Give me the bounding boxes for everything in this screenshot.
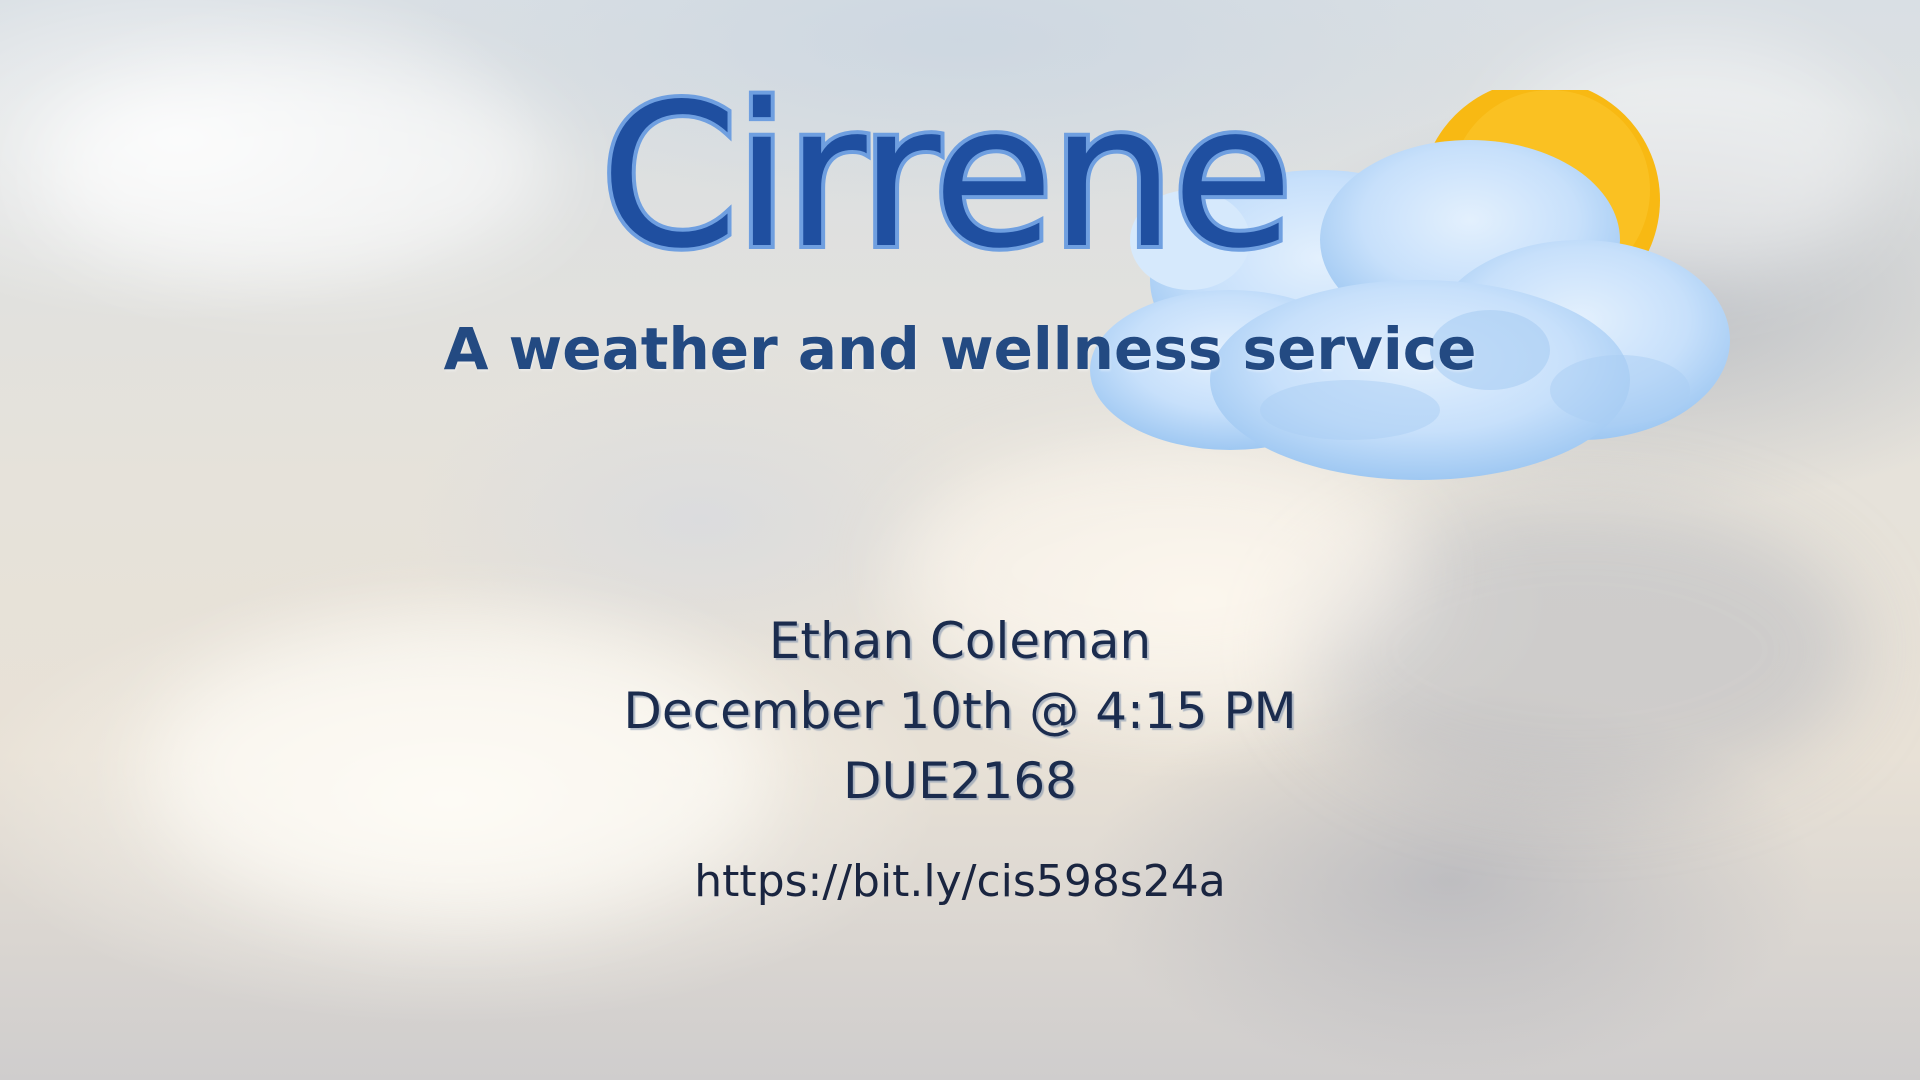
title-slide: Cirrene A weather and wellness service E… xyxy=(0,0,1920,1080)
presentation-link[interactable]: https://bit.ly/cis598s24a xyxy=(460,854,1460,910)
logo-lockup: Cirrene A weather and wellness service xyxy=(0,0,1920,480)
brand-tagline: A weather and wellness service xyxy=(443,315,1477,383)
presentation-details: Ethan Coleman December 10th @ 4:15 PM DU… xyxy=(460,606,1460,816)
presentation-room: DUE2168 xyxy=(843,752,1077,810)
presenter-name: Ethan Coleman xyxy=(768,612,1152,670)
brand-title: Cirrene xyxy=(596,61,1297,292)
presentation-datetime: December 10th @ 4:15 PM xyxy=(623,682,1297,740)
